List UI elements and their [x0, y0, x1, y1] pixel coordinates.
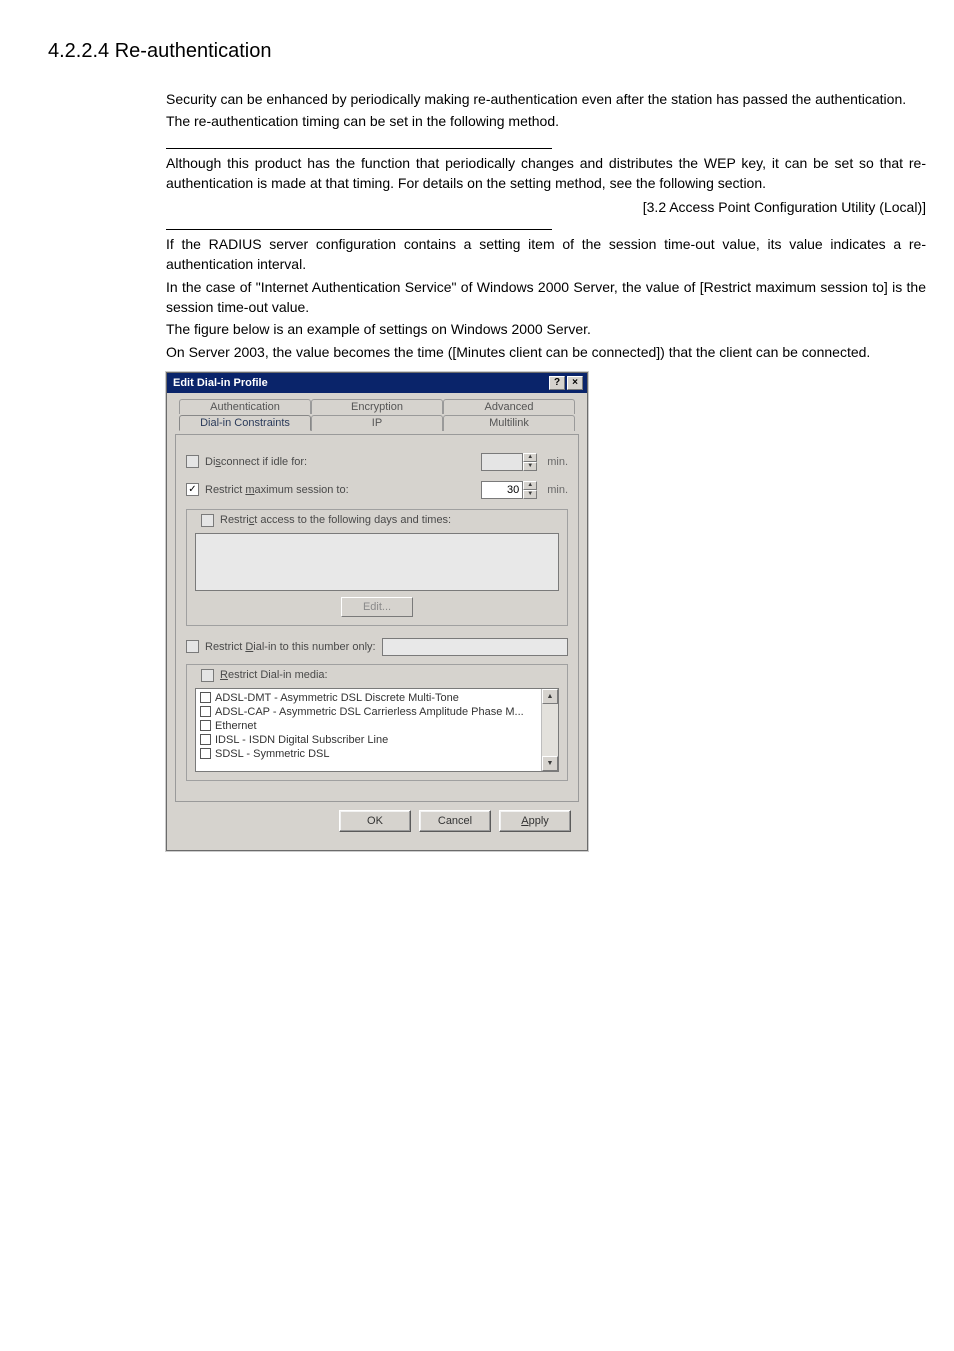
section-heading: 4.2.2.4 Re-authentication	[48, 40, 914, 63]
note2-p4: On Server 2003, the value becomes the ti…	[166, 342, 926, 362]
list-item[interactable]: IDSL - ISDN Digital Subscriber Line	[198, 733, 540, 747]
spin-up-icon[interactable]: ▲	[523, 481, 537, 490]
tab-encryption[interactable]: Encryption	[311, 399, 443, 414]
restrict-dialin-number-checkbox[interactable]	[186, 640, 199, 653]
restrict-media-checkbox[interactable]	[201, 669, 214, 682]
media-item-label: SDSL - Symmetric DSL	[215, 748, 330, 760]
divider-2	[166, 229, 552, 230]
restrict-media-label: Restrict Dial-in media:	[220, 669, 328, 681]
spin-down-icon[interactable]: ▼	[523, 490, 537, 499]
disconnect-idle-checkbox[interactable]	[186, 455, 199, 468]
disconnect-idle-input[interactable]	[481, 453, 523, 471]
restrict-days-checkbox[interactable]	[201, 514, 214, 527]
spin-down-icon[interactable]: ▼	[523, 462, 537, 471]
list-item[interactable]: ADSL-DMT - Asymmetric DSL Discrete Multi…	[198, 691, 540, 705]
restrict-max-checkbox[interactable]: ✓	[186, 483, 199, 496]
tab-ip[interactable]: IP	[311, 415, 443, 431]
help-button[interactable]: ?	[549, 376, 565, 390]
checkbox-icon[interactable]	[200, 692, 211, 703]
days-times-listbox[interactable]	[195, 533, 559, 591]
media-listbox[interactable]: ADSL-DMT - Asymmetric DSL Discrete Multi…	[195, 688, 559, 772]
scroll-down-icon[interactable]: ▼	[542, 756, 558, 771]
tab-strip: Authentication Encryption Advanced Dial-…	[175, 399, 579, 435]
note2-p1: If the RADIUS server configuration conta…	[166, 234, 926, 275]
tab-dialin-constraints[interactable]: Dial-in Constraints	[179, 415, 311, 431]
restrict-days-group: Restrict access to the following days an…	[186, 509, 568, 626]
intro-p1: Security can be enhanced by periodically…	[166, 89, 926, 109]
intro-block: Security can be enhanced by periodically…	[166, 89, 926, 362]
tab-multilink[interactable]: Multilink	[443, 415, 575, 431]
restrict-max-input[interactable]	[481, 481, 523, 499]
ok-button[interactable]: OK	[339, 810, 411, 832]
disconnect-idle-unit: min.	[547, 456, 568, 468]
note2-p2: In the case of "Internet Authentication …	[166, 277, 926, 318]
cancel-button[interactable]: Cancel	[419, 810, 491, 832]
spin-up-icon[interactable]: ▲	[523, 453, 537, 462]
media-item-label: ADSL-DMT - Asymmetric DSL Discrete Multi…	[215, 692, 459, 704]
scroll-up-icon[interactable]: ▲	[542, 689, 558, 704]
tab-advanced[interactable]: Advanced	[443, 399, 575, 414]
close-button[interactable]: ×	[567, 376, 583, 390]
checkbox-icon[interactable]	[200, 748, 211, 759]
tab-panel-dialin-constraints: Disconnect if idle for: ▲ ▼ min. ✓ Restr…	[175, 434, 579, 802]
restrict-max-label: Restrict maximum session to:	[205, 484, 349, 496]
checkbox-icon[interactable]	[200, 706, 211, 717]
note2-p3: The figure below is an example of settin…	[166, 319, 926, 339]
media-item-label: IDSL - ISDN Digital Subscriber Line	[215, 734, 388, 746]
list-item[interactable]: Ethernet	[198, 719, 540, 733]
restrict-max-unit: min.	[547, 484, 568, 496]
scrollbar[interactable]: ▲ ▼	[541, 689, 558, 771]
note1-ref: [3.2 Access Point Configuration Utility …	[166, 199, 926, 215]
note1-p1: Although this product has the function t…	[166, 153, 926, 194]
disconnect-idle-label: Disconnect if idle for:	[205, 456, 307, 468]
tab-authentication[interactable]: Authentication	[179, 399, 311, 414]
checkbox-icon[interactable]	[200, 720, 211, 731]
restrict-days-label: Restrict access to the following days an…	[220, 514, 451, 526]
media-item-label: Ethernet	[215, 720, 257, 732]
apply-button[interactable]: Apply	[499, 810, 571, 832]
restrict-dialin-number-label: Restrict Dial-in to this number only:	[205, 641, 376, 653]
dialog-title: Edit Dial-in Profile	[173, 377, 268, 389]
edit-days-button[interactable]: Edit...	[341, 597, 413, 617]
list-item[interactable]: SDSL - Symmetric DSL	[198, 747, 540, 761]
divider-1	[166, 148, 552, 149]
dialin-number-input[interactable]	[382, 638, 568, 656]
media-item-label: ADSL-CAP - Asymmetric DSL Carrierless Am…	[215, 706, 524, 718]
intro-p2: The re-authentication timing can be set …	[166, 111, 926, 131]
edit-dialin-profile-dialog: Edit Dial-in Profile ? × Authentication …	[166, 372, 588, 851]
checkbox-icon[interactable]	[200, 734, 211, 745]
restrict-media-group: Restrict Dial-in media: ADSL-DMT - Asymm…	[186, 664, 568, 781]
dialog-titlebar[interactable]: Edit Dial-in Profile ? ×	[167, 373, 587, 393]
list-item[interactable]: ADSL-CAP - Asymmetric DSL Carrierless Am…	[198, 705, 540, 719]
